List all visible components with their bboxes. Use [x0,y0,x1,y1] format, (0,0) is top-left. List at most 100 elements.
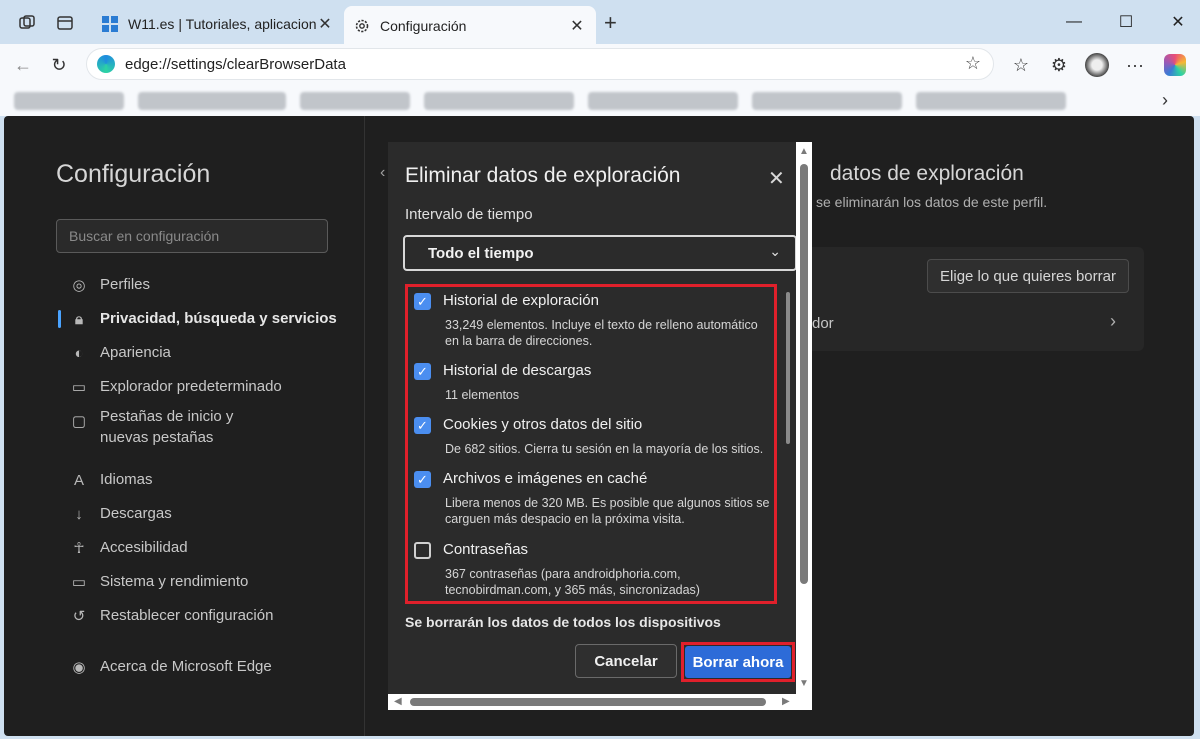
scroll-thumb[interactable] [800,164,808,584]
favorites-bar: › [0,86,1200,116]
checkbox[interactable]: ✓ [414,417,431,434]
profile-icon: ◎ [72,277,86,294]
sidebar-item-label: Apariencia [100,344,171,361]
sidebar-item-apariencia[interactable]: ◐ Apariencia [70,344,171,362]
maximize-icon[interactable]: ☐ [1106,8,1146,36]
item-description: Libera menos de 320 MB. Es posible que a… [445,496,770,526]
list-scrollbar[interactable] [786,292,790,444]
checkbox[interactable]: ✓ [414,363,431,380]
favorite-item[interactable] [138,92,286,110]
item-description: De 682 sitios. Cierra tu sesión en la ma… [445,442,764,456]
item-description: 367 contraseñas (para androidphoria.com,… [445,567,700,597]
scroll-left-icon[interactable]: ◀ [394,696,402,707]
tab-title: Configuración [380,18,467,34]
settings-sidebar: Configuración Buscar en configuración ◎ … [4,116,364,736]
minimize-icon[interactable]: — [1054,8,1094,36]
sidebar-item-sistema[interactable]: ▭ Sistema y rendimiento [70,573,249,591]
scroll-thumb[interactable] [410,698,766,706]
sidebar-item-perfiles[interactable]: ◎ Perfiles [70,276,150,294]
reset-icon: ↺ [72,608,86,625]
checkbox[interactable]: ✓ [414,471,431,488]
tab-settings[interactable]: Configuración ✕ [344,6,596,46]
clear-now-button[interactable]: Borrar ahora [685,646,791,678]
browser-icon: ▭ [71,379,87,396]
scroll-up-icon[interactable]: ▲ [799,146,809,157]
cancel-button[interactable]: Cancelar [575,644,677,678]
clear-data-card: Elige lo que quieres borrar dor › [804,247,1144,351]
favorites-icon[interactable]: ☆ [1008,52,1034,78]
sidebar-divider [364,116,365,736]
favorite-item[interactable] [424,92,574,110]
vertical-tabs-icon[interactable] [52,10,78,36]
clear-data-dialog-frame: Eliminar datos de exploración ✕ Interval… [388,142,812,710]
windows-logo-icon [102,16,118,32]
sidebar-item-explorador[interactable]: ▭ Explorador predeterminado [70,378,282,396]
choose-what-to-clear-button[interactable]: Elige lo que quieres borrar [927,259,1129,293]
sidebar-item-descargas[interactable]: ↓ Descargas [70,505,171,523]
sidebar-item-accesibilidad[interactable]: ☥ Accesibilidad [70,539,188,557]
sidebar-item-label: Restablecer configuración [100,607,274,624]
time-range-select[interactable]: Todo el tiempo ⌄ [403,235,797,271]
url-text: edge://settings/clearBrowserData [125,55,346,73]
scroll-right-icon[interactable]: ▶ [782,696,790,707]
item-label: Archivos e imágenes en caché [443,470,648,487]
sidebar-item-idiomas[interactable]: A Idiomas [70,471,153,489]
tab-bar: W11.es | Tutoriales, aplicaciones y ✕ Co… [0,0,1200,46]
scroll-down-icon[interactable]: ▼ [799,678,809,689]
item-description: 11 elementos [445,388,520,402]
horizontal-scrollbar[interactable]: ◀ ▶ [388,694,796,710]
back-arrow-icon[interactable]: ‹ [380,164,385,182]
item-label: Historial de exploración [443,292,599,309]
favorite-item[interactable] [752,92,902,110]
time-range-value: Todo el tiempo [428,245,534,262]
close-tab-icon[interactable]: ✕ [568,16,586,36]
favorite-item[interactable] [916,92,1066,110]
address-bar[interactable]: edge://settings/clearBrowserData ☆ [86,48,994,80]
avatar[interactable] [1084,52,1110,78]
item-description: 33,249 elementos. Incluye el texto de re… [445,318,758,348]
favorite-item[interactable] [588,92,738,110]
chevron-right-icon[interactable]: › [1162,90,1168,111]
sidebar-item-label: Perfiles [100,276,151,293]
page-title: Configuración [56,160,211,188]
close-icon[interactable]: ✕ [768,166,785,191]
workspaces-icon[interactable] [14,10,40,36]
favorite-star-icon[interactable]: ☆ [965,53,981,74]
item-label: Historial de descargas [443,362,592,379]
back-icon[interactable]: ← [10,52,36,78]
sidebar-item-restablecer[interactable]: ↺ Restablecer configuración [70,607,274,625]
system-icon: ▭ [71,574,87,591]
sidebar-item-label: Accesibilidad [100,539,188,556]
extensions-icon[interactable]: ⚙ [1046,52,1072,78]
sidebar-item-pestanas[interactable]: ▢ Pestañas de inicio y nuevas pestañas [70,406,270,448]
sidebar-item-label: Idiomas [100,471,153,488]
sidebar-item-privacidad[interactable]: 🔒︎ Privacidad, búsqueda y servicios [70,310,337,328]
refresh-icon[interactable]: ↻ [46,52,72,78]
time-range-label: Intervalo de tiempo [405,206,533,223]
language-icon: A [73,471,84,489]
chevron-down-icon: ⌄ [769,243,781,259]
chevron-right-icon[interactable]: › [1110,311,1116,332]
sidebar-item-label: Acerca de Microsoft Edge [100,658,272,675]
card-row-label[interactable]: dor [812,315,834,332]
tab-w11[interactable]: W11.es | Tutoriales, aplicaciones y ✕ [92,6,344,42]
new-tab-icon[interactable]: + [604,10,617,36]
favorite-item[interactable] [14,92,124,110]
sidebar-item-label: Pestañas de inicio y nuevas pestañas [100,408,234,446]
search-input[interactable]: Buscar en configuración [56,219,328,253]
more-menu-icon[interactable]: ··· [1122,52,1148,78]
dialog-title: Eliminar datos de exploración [405,164,681,187]
close-window-icon[interactable]: ✕ [1158,8,1198,36]
lock-icon: 🔒︎ [75,310,83,328]
copilot-icon[interactable] [1162,52,1188,78]
section-title: datos de exploración [830,162,1024,185]
edge-icon: ◉ [72,659,86,676]
vertical-scrollbar[interactable]: ▲ ▼ [796,142,812,694]
favorite-item[interactable] [300,92,410,110]
close-tab-icon[interactable]: ✕ [316,14,334,34]
sidebar-item-acerca[interactable]: ◉ Acerca de Microsoft Edge [70,658,272,676]
sidebar-item-label: Privacidad, búsqueda y servicios [100,310,337,327]
checkbox[interactable]: ✓ [414,293,431,310]
checkbox[interactable] [414,542,431,559]
data-types-list: ✓ Historial de exploración 33,249 elemen… [405,284,777,604]
